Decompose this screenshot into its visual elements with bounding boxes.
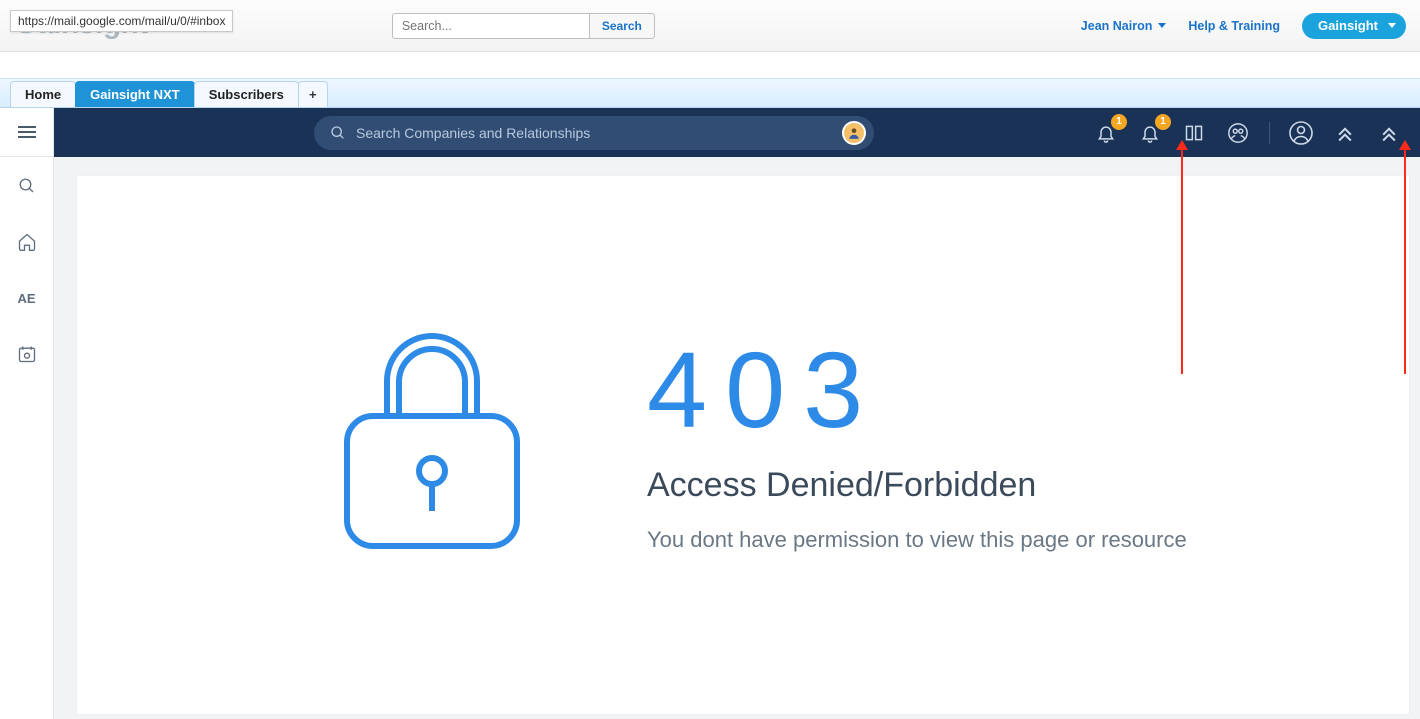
app-top-bar: 1 1 <box>0 108 1420 157</box>
app-bar-right: 1 1 <box>1093 120 1420 146</box>
error-subtitle: You dont have permission to view this pa… <box>647 527 1187 553</box>
salesforce-header: https://mail.google.com/mail/u/0/#inbox … <box>0 0 1420 52</box>
caret-down-icon <box>1388 23 1396 28</box>
sidebar-home[interactable] <box>0 227 53 257</box>
home-icon <box>17 232 37 252</box>
workspace-tabs: Home Gainsight NXT Subscribers + <box>0 78 1420 108</box>
sidebar-calendar[interactable] <box>0 339 53 369</box>
error-title: Access Denied/Forbidden <box>647 466 1187 505</box>
global-search: Search <box>392 13 655 39</box>
chevrons-up-icon <box>1335 123 1355 143</box>
error-card: 403 Access Denied/Forbidden You dont hav… <box>76 175 1410 715</box>
notification-bell-2[interactable]: 1 <box>1137 120 1163 146</box>
tab-gainsight-nxt[interactable]: Gainsight NXT <box>75 81 195 107</box>
notification-bell-1[interactable]: 1 <box>1093 120 1119 146</box>
caret-down-icon <box>1158 23 1166 28</box>
user-menu[interactable]: Jean Nairon <box>1081 19 1167 33</box>
lock-illustration <box>337 326 527 556</box>
app-pill-label: Gainsight <box>1318 18 1378 33</box>
body: AE 403 Access Denied/Forbidden You dont … <box>0 157 1420 719</box>
tab-subscribers[interactable]: Subscribers <box>194 81 299 107</box>
global-search-button[interactable]: Search <box>590 13 655 39</box>
header-right: Jean Nairon Help & Training Gainsight <box>1081 13 1406 39</box>
search-icon <box>18 177 36 195</box>
collapse-button-1[interactable] <box>1332 120 1358 146</box>
sidebar-search[interactable] <box>0 171 53 201</box>
search-icon <box>330 125 346 141</box>
hamburger-icon[interactable] <box>18 126 36 138</box>
notification-badge: 1 <box>1155 114 1171 130</box>
help-training-link[interactable]: Help & Training <box>1188 19 1280 33</box>
user-name-label: Jean Nairon <box>1081 19 1153 33</box>
person-icon <box>847 126 861 140</box>
app-search[interactable] <box>314 116 874 150</box>
people-icon <box>1227 122 1249 144</box>
sidebar-toggle-slot <box>0 108 54 157</box>
annotation-arrow-1 <box>1181 149 1183 374</box>
sidebar-ae[interactable]: AE <box>0 283 53 313</box>
main-content: 403 Access Denied/Forbidden You dont hav… <box>54 157 1420 719</box>
global-search-input[interactable] <box>392 13 590 39</box>
annotation-arrow-2 <box>1404 149 1406 374</box>
tab-add[interactable]: + <box>298 81 328 107</box>
user-circle-icon <box>1289 121 1313 145</box>
left-sidebar: AE <box>0 157 54 719</box>
error-text-block: 403 Access Denied/Forbidden You dont hav… <box>647 336 1187 553</box>
error-code: 403 <box>647 336 1187 444</box>
profile-button[interactable] <box>1288 120 1314 146</box>
calendar-icon <box>17 344 37 364</box>
app-search-input[interactable] <box>356 125 842 141</box>
chevrons-up-icon <box>1379 123 1399 143</box>
tab-home[interactable]: Home <box>10 81 76 107</box>
url-tooltip: https://mail.google.com/mail/u/0/#inbox <box>10 10 233 32</box>
notification-badge: 1 <box>1111 114 1127 130</box>
lock-icon <box>337 326 527 556</box>
people-button[interactable] <box>1225 120 1251 146</box>
app-switcher-pill[interactable]: Gainsight <box>1302 13 1406 39</box>
search-avatar-chip[interactable] <box>842 121 866 145</box>
divider <box>1269 122 1270 144</box>
